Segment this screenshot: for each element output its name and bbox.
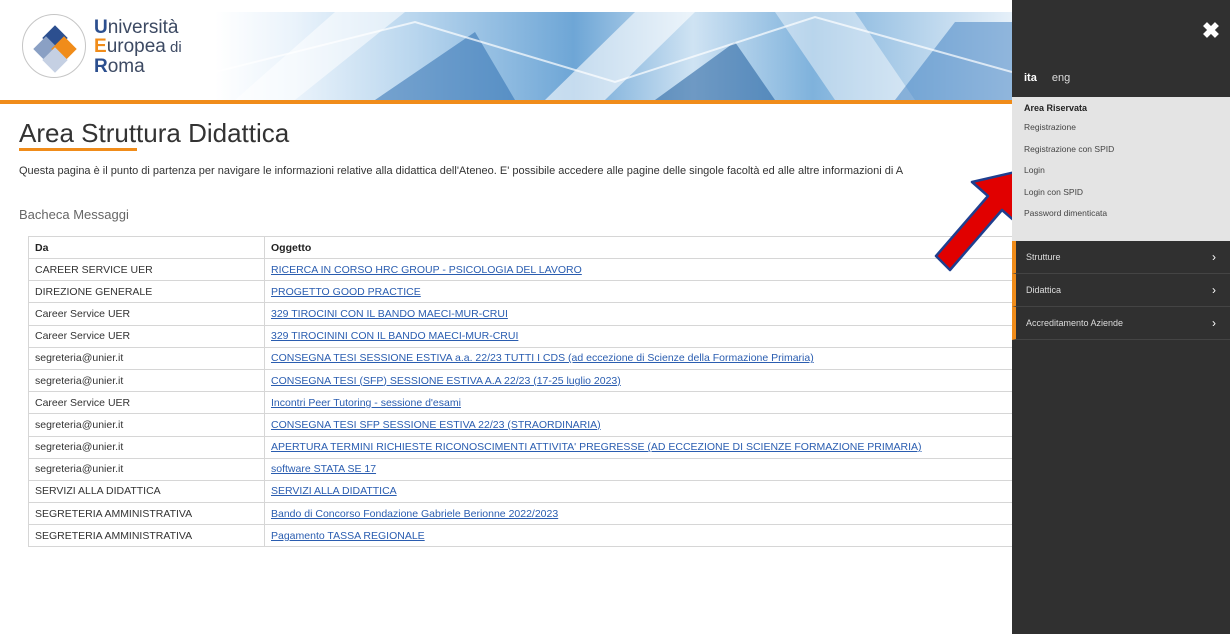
header-divider xyxy=(0,100,1012,104)
sender-cell: CAREER SERVICE UER xyxy=(28,257,265,282)
subject-cell: APERTURA TERMINI RICHIESTE RICONOSCIMENT… xyxy=(264,435,1028,459)
spid-login-link[interactable]: Login con SPID xyxy=(1024,186,1230,208)
login-link[interactable]: Login xyxy=(1024,164,1230,186)
table-row: DIREZIONE GENERALE PROGETTO GOOD PRACTICE xyxy=(28,280,1028,304)
subject-cell: 329 TIROCINI CON IL BANDO MAECI-MUR-CRUI xyxy=(264,302,1028,326)
sender-cell: SEGRETERIA AMMINISTRATIVA xyxy=(28,502,265,526)
reserved-area-title: Area Riservata xyxy=(1024,103,1088,113)
message-subject-link[interactable]: CONSEGNA TESI SFP SESSIONE ESTIVA 22/23 … xyxy=(271,419,601,431)
message-subject-link[interactable]: 329 TIROCINI CON IL BANDO MAECI-MUR-CRUI xyxy=(271,308,508,320)
menu-item-label: Strutture xyxy=(1026,252,1061,262)
message-subject-link[interactable]: software STATA SE 17 xyxy=(271,463,376,475)
table-row: SEGRETERIA AMMINISTRATIVA Pagamento TASSA… xyxy=(28,524,1028,548)
table-row: SEGRETERIA AMMINISTRATIVA Bando di Concor… xyxy=(28,502,1028,526)
university-seal-icon xyxy=(22,14,86,78)
message-subject-link[interactable]: SERVIZI ALLA DIDATTICA xyxy=(271,485,397,497)
message-subject-link[interactable]: APERTURA TERMINI RICHIESTE RICONOSCIMENT… xyxy=(271,441,922,453)
column-header-oggetto: Oggetto xyxy=(264,236,1028,259)
table-row: SERVIZI ALLA DIDATTICA SERVIZI ALLA DIDAT… xyxy=(28,479,1028,504)
sender-cell: Career Service UER xyxy=(28,302,265,326)
table-row: segreteria@unier.it CONSEGNA TESI SFP SES… xyxy=(28,413,1028,437)
message-subject-link[interactable]: Bando di Concorso Fondazione Gabriele Be… xyxy=(271,508,558,520)
university-logo[interactable]: Università Europea di Roma xyxy=(22,14,262,94)
message-subject-link[interactable]: CONSEGNA TESI (SFP) SESSIONE ESTIVA A.A … xyxy=(271,375,621,387)
message-board-table: Da Oggetto CAREER SERVICE UER RICERCA IN … xyxy=(28,236,1028,548)
table-row: segreteria@unier.it CONSEGNA TESI (SFP) S… xyxy=(28,368,1028,393)
menu-item-label: Accreditamento Aziende xyxy=(1026,318,1124,328)
spid-registration-link[interactable]: Registrazione con SPID xyxy=(1024,143,1230,165)
table-row: Career Service UER Incontri Peer Tutoring… xyxy=(28,391,1028,415)
table-row: CAREER SERVICE UER RICERCA IN CORSO HRC G… xyxy=(28,257,1028,282)
sender-cell: segreteria@unier.it xyxy=(28,368,265,393)
chevron-right-icon: › xyxy=(1212,316,1216,330)
subject-cell: Pagamento TASSA REGIONALE xyxy=(264,524,1028,548)
column-header-da: Da xyxy=(28,236,265,259)
table-row: segreteria@unier.it software STATA SE 17 xyxy=(28,457,1028,481)
language-switcher: ita eng xyxy=(1024,72,1070,84)
site-header: Università Europea di Roma xyxy=(0,0,1012,104)
page-title: Area Struttura Didattica xyxy=(19,118,290,148)
sender-cell: Career Service UER xyxy=(28,391,265,415)
subject-cell: SERVIZI ALLA DIDATTICA xyxy=(264,479,1028,504)
registration-link[interactable]: Registrazione xyxy=(1024,121,1230,143)
message-subject-link[interactable]: CONSEGNA TESI SESSIONE ESTIVA a.a. 22/23… xyxy=(271,352,814,364)
sender-cell: segreteria@unier.it xyxy=(28,457,265,481)
menu-item-didattica[interactable]: Didattica › xyxy=(1012,274,1230,307)
table-header-row: Da Oggetto xyxy=(28,236,1028,259)
menu-item-strutture[interactable]: Strutture › xyxy=(1012,241,1230,274)
subject-cell: CONSEGNA TESI SFP SESSIONE ESTIVA 22/23 … xyxy=(264,413,1028,437)
subject-cell: 329 TIROCININI CON IL BANDO MAECI-MUR-CR… xyxy=(264,324,1028,348)
menu-item-label: Didattica xyxy=(1026,285,1062,295)
message-board-title: Bacheca Messaggi xyxy=(19,207,129,222)
subject-cell: RICERCA IN CORSO HRC GROUP - PSICOLOGIA … xyxy=(264,257,1028,282)
menu-item-accreditamento[interactable]: Accreditamento Aziende › xyxy=(1012,307,1230,340)
lang-ita[interactable]: ita xyxy=(1024,72,1037,84)
sender-cell: Career Service UER xyxy=(28,324,265,348)
table-row: segreteria@unier.it CONSEGNA TESI SESSION… xyxy=(28,346,1028,370)
close-icon[interactable]: ✖ xyxy=(1200,20,1222,42)
header-banner-image xyxy=(215,12,1012,100)
title-underline xyxy=(19,148,137,151)
sender-cell: segreteria@unier.it xyxy=(28,435,265,459)
table-row: Career Service UER 329 TIROCINI CON IL BA… xyxy=(28,302,1028,326)
subject-cell: software STATA SE 17 xyxy=(264,457,1028,481)
side-menu-panel: ✖ ita eng Area Riservata Registrazione R… xyxy=(1012,0,1230,634)
sender-cell: segreteria@unier.it xyxy=(28,346,265,370)
message-subject-link[interactable]: Pagamento TASSA REGIONALE xyxy=(271,530,425,542)
subject-cell: Incontri Peer Tutoring - sessione d'esam… xyxy=(264,391,1028,415)
subject-cell: Bando di Concorso Fondazione Gabriele Be… xyxy=(264,502,1028,526)
message-subject-link[interactable]: Incontri Peer Tutoring - sessione d'esam… xyxy=(271,397,461,409)
subject-cell: CONSEGNA TESI SESSIONE ESTIVA a.a. 22/23… xyxy=(264,346,1028,370)
lang-eng[interactable]: eng xyxy=(1052,72,1070,84)
message-subject-link[interactable]: 329 TIROCININI CON IL BANDO MAECI-MUR-CR… xyxy=(271,330,518,342)
chevron-right-icon: › xyxy=(1212,250,1216,264)
chevron-right-icon: › xyxy=(1212,283,1216,297)
subject-cell: PROGETTO GOOD PRACTICE xyxy=(264,280,1028,304)
sender-cell: DIREZIONE GENERALE xyxy=(28,280,265,304)
sender-cell: SEGRETERIA AMMINISTRATIVA xyxy=(28,524,265,548)
subject-cell: CONSEGNA TESI (SFP) SESSIONE ESTIVA A.A … xyxy=(264,368,1028,393)
logo-wordmark: Università Europea di Roma xyxy=(94,17,182,77)
reserved-area: Area Riservata Registrazione Registrazio… xyxy=(1012,97,1230,241)
table-row: segreteria@unier.it APERTURA TERMINI RICH… xyxy=(28,435,1028,459)
sender-cell: segreteria@unier.it xyxy=(28,413,265,437)
message-subject-link[interactable]: PROGETTO GOOD PRACTICE xyxy=(271,286,421,298)
table-row: Career Service UER 329 TIROCININI CON IL … xyxy=(28,324,1028,348)
sender-cell: SERVIZI ALLA DIDATTICA xyxy=(28,479,265,504)
intro-text: Questa pagina è il punto di partenza per… xyxy=(19,165,904,177)
message-subject-link[interactable]: RICERCA IN CORSO HRC GROUP - PSICOLOGIA … xyxy=(271,264,582,276)
forgot-password-link[interactable]: Password dimenticata xyxy=(1024,207,1230,229)
